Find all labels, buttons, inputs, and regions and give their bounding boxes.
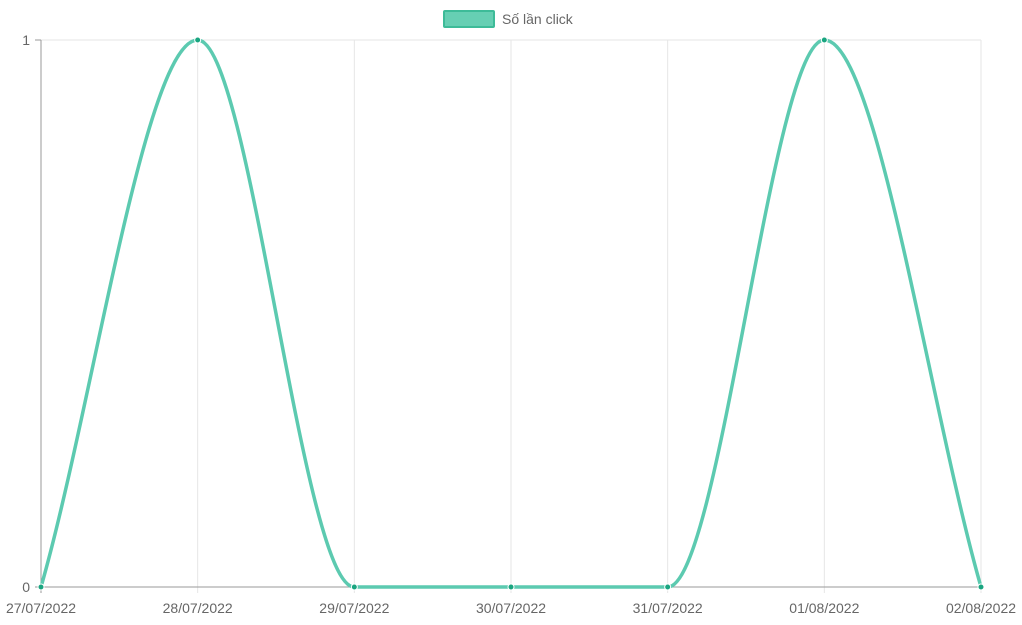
data-point xyxy=(820,36,828,44)
data-point xyxy=(664,583,672,591)
legend[interactable]: Số lần click xyxy=(443,10,574,28)
x-tick-label: 30/07/2022 xyxy=(476,600,546,616)
x-tick-label: 28/07/2022 xyxy=(163,600,233,616)
y-tick-label: 1 xyxy=(22,32,30,48)
data-point xyxy=(977,583,985,591)
x-tick-labels: 27/07/2022 28/07/2022 29/07/2022 30/07/2022… xyxy=(6,600,1016,616)
x-tick-label: 31/07/2022 xyxy=(633,600,703,616)
data-point xyxy=(350,583,358,591)
grid xyxy=(35,39,982,593)
axes xyxy=(35,39,981,593)
x-tick-label: 27/07/2022 xyxy=(6,600,76,616)
y-tick-label: 0 xyxy=(22,579,30,595)
x-tick-label: 01/08/2022 xyxy=(789,600,859,616)
x-tick-label: 29/07/2022 xyxy=(319,600,389,616)
legend-label: Số lần click xyxy=(502,11,574,27)
legend-swatch[interactable] xyxy=(443,10,495,28)
line-chart: 27/07/2022 28/07/2022 29/07/2022 30/07/2022… xyxy=(6,10,1016,616)
data-point xyxy=(37,583,45,591)
data-point xyxy=(507,583,515,591)
y-tick-labels: 01 xyxy=(22,32,30,595)
x-tick-label: 02/08/2022 xyxy=(946,600,1016,616)
chart-container: 27/07/2022 28/07/2022 29/07/2022 30/07/2022… xyxy=(0,0,1022,625)
data-point xyxy=(194,36,202,44)
